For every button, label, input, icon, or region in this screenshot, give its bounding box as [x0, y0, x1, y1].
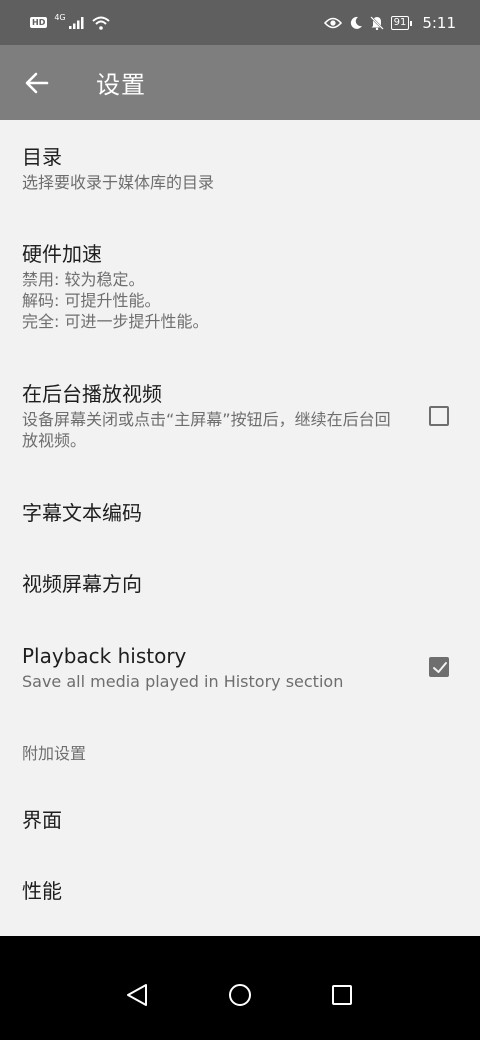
- playback-history-checkbox[interactable]: [429, 657, 449, 677]
- background-play-checkbox[interactable]: [429, 406, 449, 426]
- nav-back-button[interactable]: [122, 980, 152, 1010]
- setting-screen-orientation[interactable]: 视频屏幕方向: [0, 571, 480, 597]
- navigation-bar: [0, 936, 480, 1040]
- setting-title: 性能: [22, 879, 62, 903]
- setting-directories[interactable]: 目录 选择要收录于媒体库的目录: [0, 144, 480, 193]
- setting-hardware-acceleration[interactable]: 硬件加速 禁用: 较为稳定。 解码: 可提升性能。 完全: 可进一步提升性能。: [0, 241, 480, 332]
- page-title: 设置: [96, 71, 146, 99]
- triangle-back-icon: [127, 984, 147, 1006]
- setting-title: 视频屏幕方向: [22, 572, 142, 596]
- setting-title: 硬件加速: [22, 242, 102, 266]
- setting-title: 目录: [22, 145, 62, 169]
- setting-summary: 选择要收录于媒体库的目录: [22, 173, 215, 192]
- nav-recents-button[interactable]: [327, 980, 357, 1010]
- clock: 5:11: [422, 13, 456, 32]
- battery-indicator: 91: [390, 15, 413, 30]
- setting-title: Playback history: [22, 644, 187, 668]
- wifi-icon: [91, 16, 110, 30]
- signal-icon: [68, 16, 84, 29]
- moon-icon: [350, 16, 362, 29]
- app-bar: 设置: [0, 45, 480, 120]
- hd-badge: HD: [30, 17, 48, 28]
- circle-home-icon: [229, 984, 251, 1006]
- eye-icon: [323, 17, 342, 28]
- setting-summary: 禁用: 较为稳定。 解码: 可提升性能。 完全: 可进一步提升性能。: [22, 270, 209, 331]
- setting-playback-history[interactable]: Playback history Save all media played i…: [0, 643, 480, 692]
- bell-off-icon: [369, 15, 384, 30]
- setting-interface[interactable]: 界面: [0, 807, 480, 833]
- arrow-left-icon: [25, 72, 49, 93]
- setting-summary: 设备屏幕关闭或点击“主屏幕”按钮后，继续在后台回放视频。: [22, 410, 391, 450]
- status-left: HD 4G: [30, 12, 110, 30]
- back-button[interactable]: [0, 45, 74, 120]
- section-header-extra: 附加设置: [22, 744, 87, 763]
- setting-summary: Save all media played in History section: [22, 672, 344, 691]
- square-recents-icon: [332, 985, 352, 1005]
- setting-title: 在后台播放视频: [22, 382, 162, 406]
- setting-performance[interactable]: 性能: [0, 878, 480, 904]
- status-right: 91 5:11: [323, 13, 456, 32]
- setting-title: 界面: [22, 808, 62, 832]
- setting-subtitle-encoding[interactable]: 字幕文本编码: [0, 500, 480, 526]
- setting-background-play[interactable]: 在后台播放视频 设备屏幕关闭或点击“主屏幕”按钮后，继续在后台回放视频。: [0, 381, 480, 451]
- network-label: 4G: [54, 12, 66, 22]
- nav-home-button[interactable]: [225, 980, 255, 1010]
- check-icon: [433, 662, 447, 673]
- setting-title: 字幕文本编码: [22, 501, 142, 525]
- status-bar: HD 4G 91 5:11: [0, 0, 480, 45]
